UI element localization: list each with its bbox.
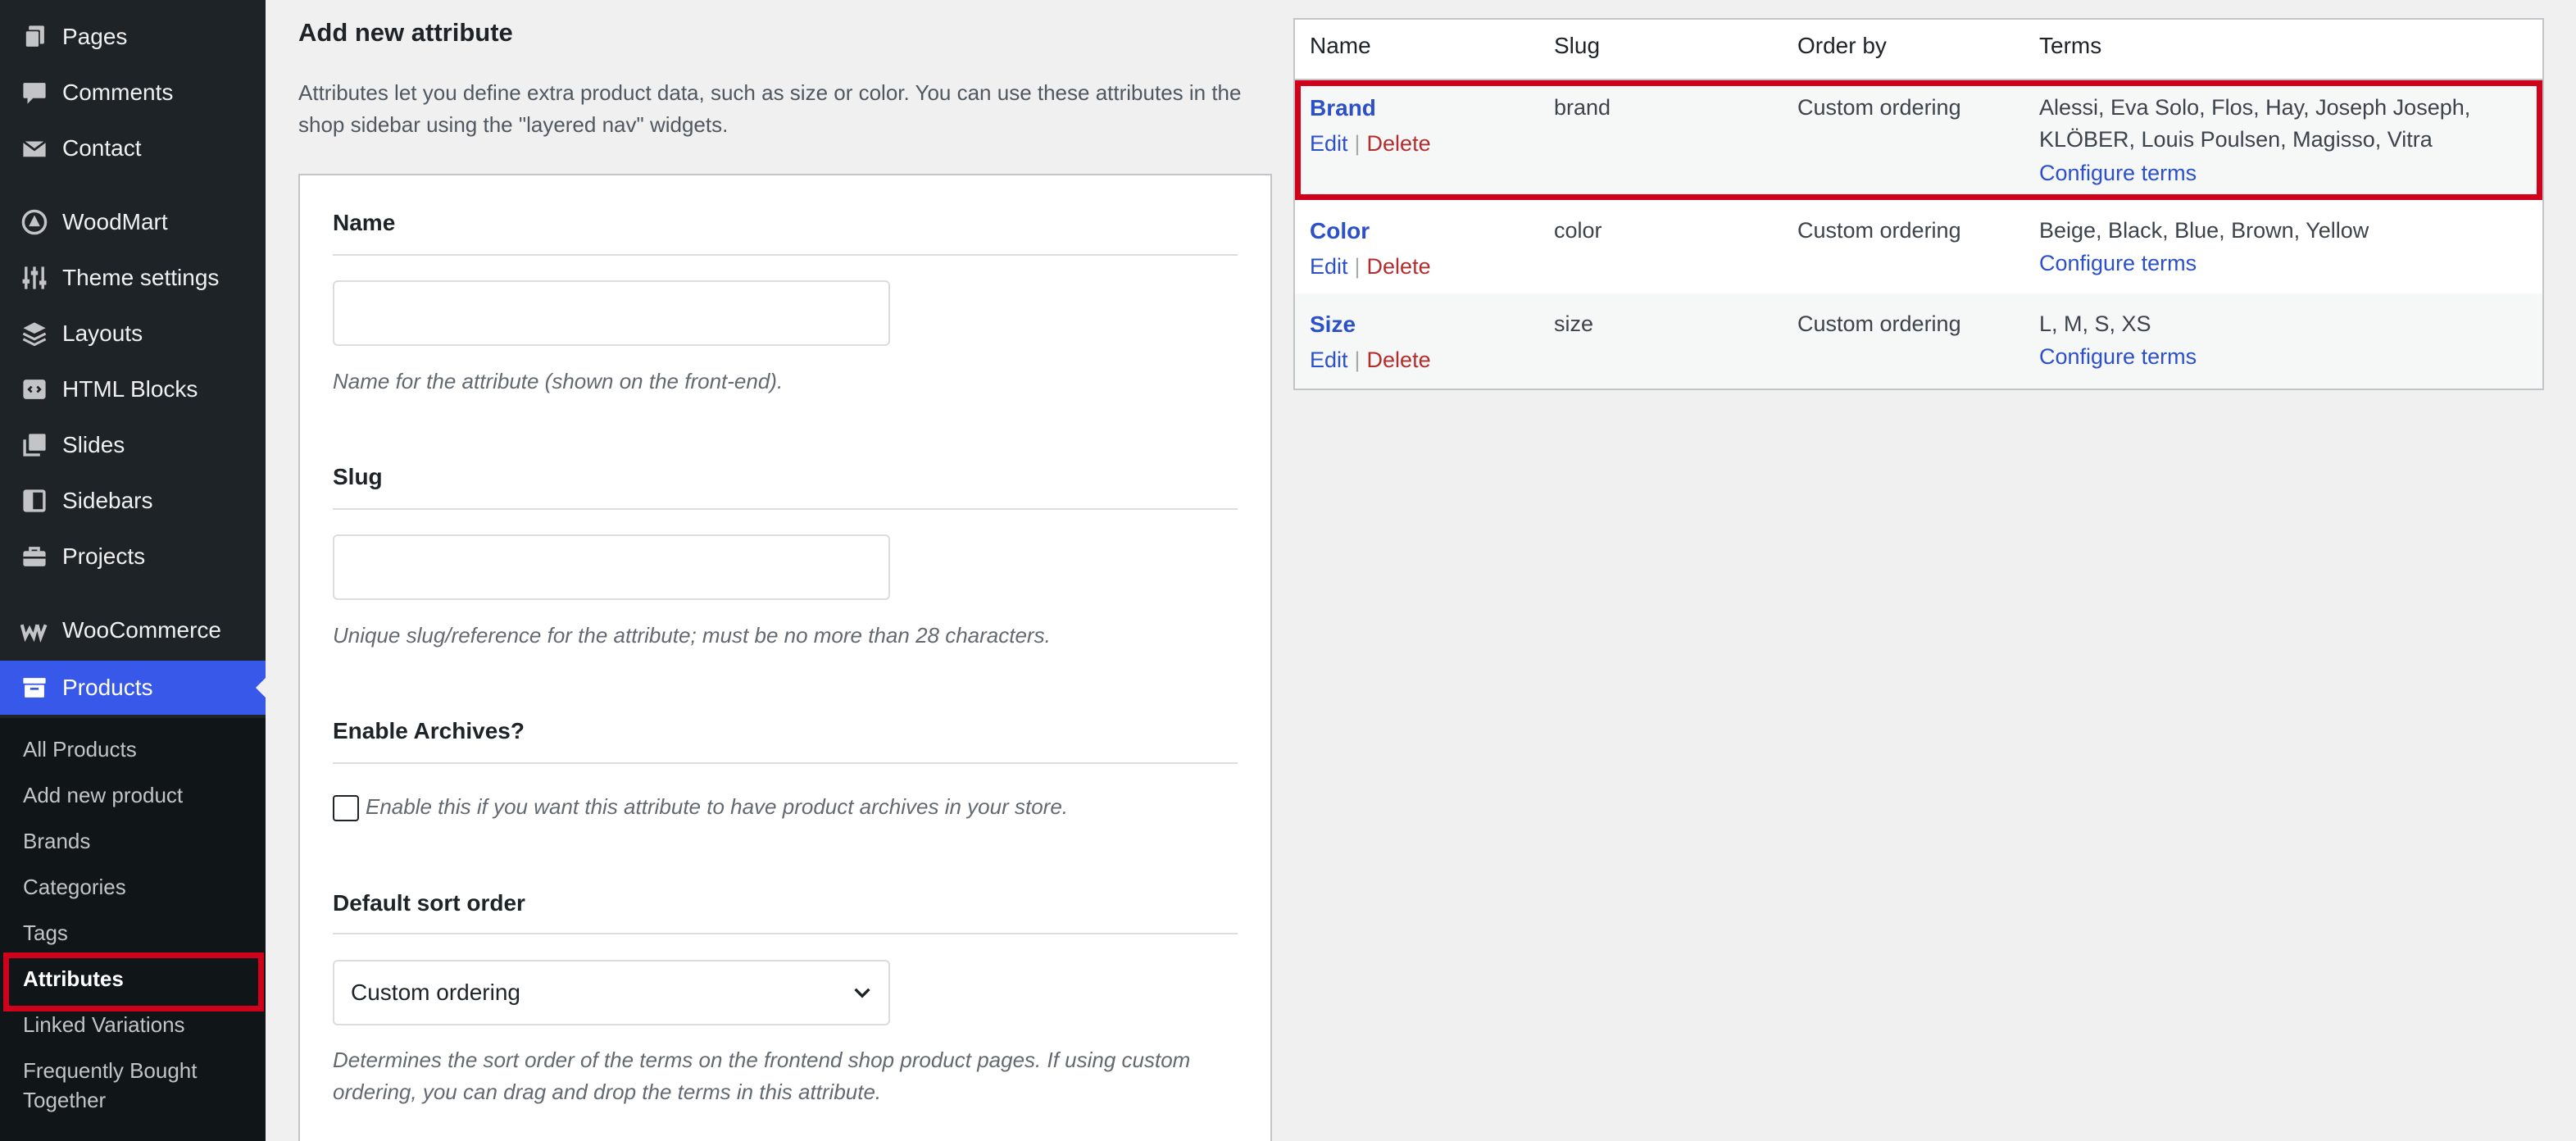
- submenu-item-tags[interactable]: Tags: [23, 918, 261, 948]
- sidebar-item-contact[interactable]: Contact: [0, 121, 266, 175]
- slug-help: Unique slug/reference for the attribute;…: [333, 623, 1051, 648]
- attribute-slug: color: [1554, 218, 1602, 243]
- sidebar-item-woodmart[interactable]: WoodMart: [0, 195, 266, 249]
- sidebar-item-sidebars[interactable]: Sidebars: [0, 474, 266, 528]
- sidebar-item-label: HTML Blocks: [62, 376, 198, 402]
- sidebar-item-html-blocks[interactable]: HTML Blocks: [0, 362, 266, 416]
- sidebar-item-pages[interactable]: Pages: [0, 10, 266, 64]
- column-header-name[interactable]: Name: [1310, 33, 1371, 59]
- woodmart-icon: [20, 207, 49, 237]
- sidebar-item-label: Sidebars: [62, 488, 153, 513]
- pages-icon: [20, 22, 49, 52]
- chevron-down-icon: [854, 988, 870, 998]
- sidebar-item-label: WooCommerce: [62, 617, 221, 643]
- column-header-order-by[interactable]: Order by: [1797, 33, 1887, 59]
- sort-order-select[interactable]: Custom ordering: [333, 960, 890, 1025]
- attribute-terms: L, M, S, XS: [2039, 311, 2151, 336]
- sidebar-item-label: Pages: [62, 24, 128, 49]
- action-separator: |: [1354, 348, 1361, 372]
- brand-row-highlight-box: [1295, 80, 2542, 200]
- mail-icon: [20, 134, 49, 163]
- sidebar-item-woocommerce[interactable]: WooCommerce: [0, 603, 266, 657]
- column-header-terms[interactable]: Terms: [2039, 33, 2101, 59]
- attribute-terms: Beige, Black, Blue, Brown, Yellow: [2039, 218, 2369, 243]
- attributes-highlight-box: [3, 952, 264, 1011]
- comments-icon: [20, 78, 49, 107]
- slides-icon: [20, 430, 49, 460]
- archives-divider: [333, 762, 1238, 764]
- enable-archives-checkbox[interactable]: [333, 795, 359, 821]
- enable-archives-checkbox-label[interactable]: Enable this if you want this attribute t…: [366, 791, 1068, 823]
- sidebar-item-label: WoodMart: [62, 209, 168, 234]
- configure-terms-link[interactable]: Configure terms: [2039, 344, 2197, 370]
- submenu-item-linked-variations[interactable]: Linked Variations: [23, 1010, 261, 1039]
- sidebar-item-comments[interactable]: Comments: [0, 66, 266, 120]
- submenu-item-frequently-bought-together[interactable]: Frequently Bought Together: [23, 1056, 261, 1115]
- row-actions: Edit | Delete: [1310, 254, 1431, 280]
- attribute-slug: size: [1554, 311, 1594, 336]
- name-input[interactable]: [333, 280, 890, 346]
- sidebar-item-label: Comments: [62, 80, 174, 105]
- sidebar-item-label: Products: [62, 675, 153, 700]
- sidebar-item-label: Theme settings: [62, 265, 220, 290]
- edit-link[interactable]: Edit: [1310, 254, 1348, 279]
- submenu-item-all-products[interactable]: All Products: [23, 734, 261, 764]
- name-divider: [333, 254, 1238, 256]
- sidebar-item-label: Contact: [62, 135, 142, 161]
- woocommerce-icon: [20, 616, 49, 645]
- code-block-icon: [20, 375, 49, 404]
- submenu-item-categories[interactable]: Categories: [23, 872, 261, 902]
- archive-box-icon: [20, 673, 49, 702]
- column-header-slug[interactable]: Slug: [1554, 33, 1600, 59]
- sort-order-help: Determines the sort order of the terms o…: [333, 1048, 1191, 1104]
- sidebar-item-layouts[interactable]: Layouts: [0, 307, 266, 361]
- products-submenu: All Products Add new product Brands Cate…: [0, 718, 266, 1141]
- submenu-item-add-new-product[interactable]: Add new product: [23, 780, 261, 810]
- sidebar-item-projects[interactable]: Projects: [0, 530, 266, 584]
- briefcase-icon: [20, 542, 49, 571]
- action-separator: |: [1354, 254, 1361, 279]
- sort-order-selected-value: Custom ordering: [351, 980, 520, 1005]
- attribute-order-by: Custom ordering: [1797, 218, 1961, 243]
- row-actions: Edit | Delete: [1310, 348, 1431, 373]
- attribute-name-link[interactable]: Size: [1310, 311, 1356, 338]
- attribute-order-by: Custom ordering: [1797, 311, 1961, 336]
- slug-input[interactable]: [333, 534, 890, 600]
- sidebar-item-label: Projects: [62, 543, 146, 569]
- sort-order-label: Default sort order: [333, 890, 525, 916]
- name-label: Name: [333, 210, 396, 235]
- sort-order-divider: [333, 933, 1238, 934]
- form-title: Add new attribute: [298, 18, 513, 47]
- sidebar-item-label: Slides: [62, 432, 125, 457]
- sliders-icon: [20, 263, 49, 293]
- delete-link[interactable]: Delete: [1367, 254, 1431, 279]
- slug-label: Slug: [333, 464, 383, 489]
- sidebar-item-slides[interactable]: Slides: [0, 418, 266, 472]
- sidebar-item-theme-settings[interactable]: Theme settings: [0, 251, 266, 305]
- sidebar-item-products[interactable]: Products: [0, 661, 266, 715]
- sidebar-icon: [20, 486, 49, 516]
- edit-link[interactable]: Edit: [1310, 348, 1348, 372]
- delete-link[interactable]: Delete: [1367, 348, 1431, 372]
- sidebar-item-label: Layouts: [62, 320, 143, 346]
- slug-divider: [333, 508, 1238, 510]
- configure-terms-link[interactable]: Configure terms: [2039, 251, 2197, 276]
- submenu-item-brands[interactable]: Brands: [23, 826, 261, 856]
- archives-label: Enable Archives?: [333, 718, 525, 743]
- form-description: Attributes let you define extra product …: [298, 80, 1242, 137]
- layers-icon: [20, 319, 49, 348]
- attribute-name-link[interactable]: Color: [1310, 218, 1370, 244]
- name-help: Name for the attribute (shown on the fro…: [333, 369, 784, 393]
